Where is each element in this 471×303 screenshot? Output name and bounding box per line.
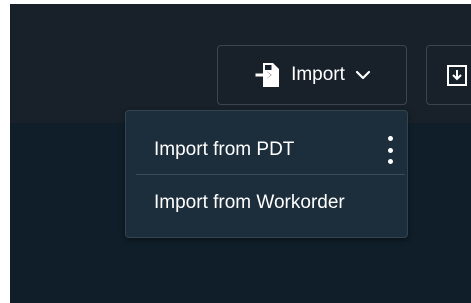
menu-item-import-from-workorder[interactable]: Import from Workorder [126, 177, 407, 229]
menu-item-label: Import from PDT [154, 139, 295, 160]
kebab-menu-icon[interactable] [387, 136, 393, 164]
toolbar: Import [10, 4, 471, 123]
menu-divider [136, 174, 405, 175]
import-button-label: Import [291, 64, 345, 85]
menu-item-label: Import from Workorder [154, 192, 345, 213]
chevron-down-icon [355, 67, 371, 83]
import-dropdown-menu: Import from PDT Import from Workorder [125, 110, 408, 238]
menu-item-import-from-pdt[interactable]: Import from PDT [126, 124, 407, 176]
import-button[interactable]: Import [217, 45, 407, 105]
export-button[interactable] [426, 45, 471, 105]
file-import-icon [253, 60, 283, 90]
download-icon [445, 62, 471, 88]
app-frame: Import Import from PDT Import from Worko… [10, 4, 471, 303]
